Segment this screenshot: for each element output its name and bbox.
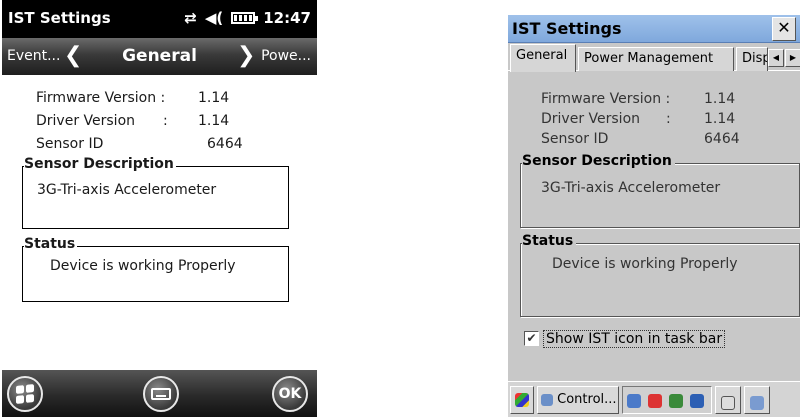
status-group xyxy=(520,243,800,317)
desktop-button[interactable] xyxy=(744,386,770,414)
ce-app-title: IST Settings xyxy=(512,19,622,38)
handheld-status-icons[interactable]: ⇄ ◀( 12:47 xyxy=(184,9,311,27)
keyboard-icon xyxy=(721,395,735,410)
sensor-id-label: Sensor ID xyxy=(36,136,104,152)
network-icon[interactable] xyxy=(627,393,641,408)
sensor-description-title: Sensor Description xyxy=(522,153,675,169)
status-text: Device is working Properly xyxy=(50,258,236,274)
status-group xyxy=(22,246,289,302)
handheld-content: Firmware Version : 1.14 Driver Version :… xyxy=(2,75,317,370)
status-text: Device is working Properly xyxy=(552,256,738,272)
sensor-description-text: 3G-Tri-axis Accelerometer xyxy=(541,180,721,196)
battery-icon xyxy=(231,12,259,24)
next-tab-link[interactable]: Powe... xyxy=(261,48,311,64)
sensor-description-text: 3G-Tri-axis Accelerometer xyxy=(37,182,217,198)
firmware-value: 1.14 xyxy=(704,91,736,107)
windows-logo-icon xyxy=(515,392,529,407)
ok-button[interactable]: OK xyxy=(272,376,308,412)
handheld-soft-key-bar: OK xyxy=(2,370,317,417)
driver-separator: : xyxy=(163,113,168,129)
taskbar-control-label: Control... xyxy=(557,392,617,407)
driver-label: Driver Version xyxy=(541,111,641,127)
security-icon[interactable] xyxy=(690,393,705,408)
connectivity-icon: ⇄ xyxy=(184,8,197,27)
ce-taskbar: Control... xyxy=(508,381,800,417)
sensor-id-value: 6464 xyxy=(704,131,740,147)
handheld-app-title: IST Settings xyxy=(8,9,111,27)
windows-logo-icon xyxy=(16,384,34,404)
connection-icon[interactable] xyxy=(669,393,684,408)
tab-scroll-right-icon[interactable]: ▶ xyxy=(785,49,800,67)
ce-title-bar: IST Settings ✕ xyxy=(508,15,800,43)
keyboard-button[interactable] xyxy=(143,376,179,412)
show-ist-icon-checkbox[interactable]: ✔ xyxy=(524,331,539,346)
show-ist-icon-label[interactable]: Show IST icon in task bar xyxy=(543,330,726,348)
driver-value: 1.14 xyxy=(704,111,736,127)
taskbar-control-panel[interactable]: Control... xyxy=(537,386,619,414)
handheld-status-bar: IST Settings ⇄ ◀( 12:47 xyxy=(2,0,317,38)
tab-power-management[interactable]: Power Management xyxy=(578,47,734,71)
control-panel-icon xyxy=(541,393,553,406)
ce-content: Firmware Version : 1.14 Driver Version :… xyxy=(508,71,800,381)
clock: 12:47 xyxy=(263,9,311,27)
handheld-tab-nav: Event... ❮ General ❯ Powe... xyxy=(2,38,317,75)
start-button[interactable] xyxy=(7,376,43,412)
start-button[interactable] xyxy=(510,386,534,414)
firmware-label: Firmware Version : xyxy=(541,91,671,107)
driver-label: Driver Version xyxy=(36,113,136,129)
driver-value: 1.14 xyxy=(198,113,230,129)
firmware-value: 1.14 xyxy=(198,90,230,106)
desktop-icon xyxy=(750,395,764,410)
driver-separator: : xyxy=(666,111,671,127)
sensor-tray-icon[interactable] xyxy=(648,393,663,408)
ce-window: IST Settings ✕ General Power Management … xyxy=(508,15,800,417)
firmware-label: Firmware Version : xyxy=(36,90,166,106)
close-button[interactable]: ✕ xyxy=(772,17,796,41)
tab-scroll-left-icon[interactable]: ◀ xyxy=(768,49,784,67)
tab-display[interactable]: Disp xyxy=(736,47,768,71)
volume-icon: ◀( xyxy=(204,8,224,27)
keyboard-icon xyxy=(151,388,171,400)
status-title: Status xyxy=(24,236,78,252)
sensor-id-label: Sensor ID xyxy=(541,131,609,147)
sensor-description-title: Sensor Description xyxy=(24,156,176,172)
chevron-right-icon[interactable]: ❯ xyxy=(237,43,255,68)
ce-tab-strip: General Power Management Disp ◀ ▶ xyxy=(508,43,800,72)
system-tray xyxy=(622,386,712,414)
tab-general[interactable]: General xyxy=(510,44,576,72)
sensor-id-value: 6464 xyxy=(207,136,243,152)
status-title: Status xyxy=(522,233,577,249)
input-panel-button[interactable] xyxy=(715,386,741,414)
handheld-window: IST Settings ⇄ ◀( 12:47 Event... ❮ Gener… xyxy=(2,0,317,417)
